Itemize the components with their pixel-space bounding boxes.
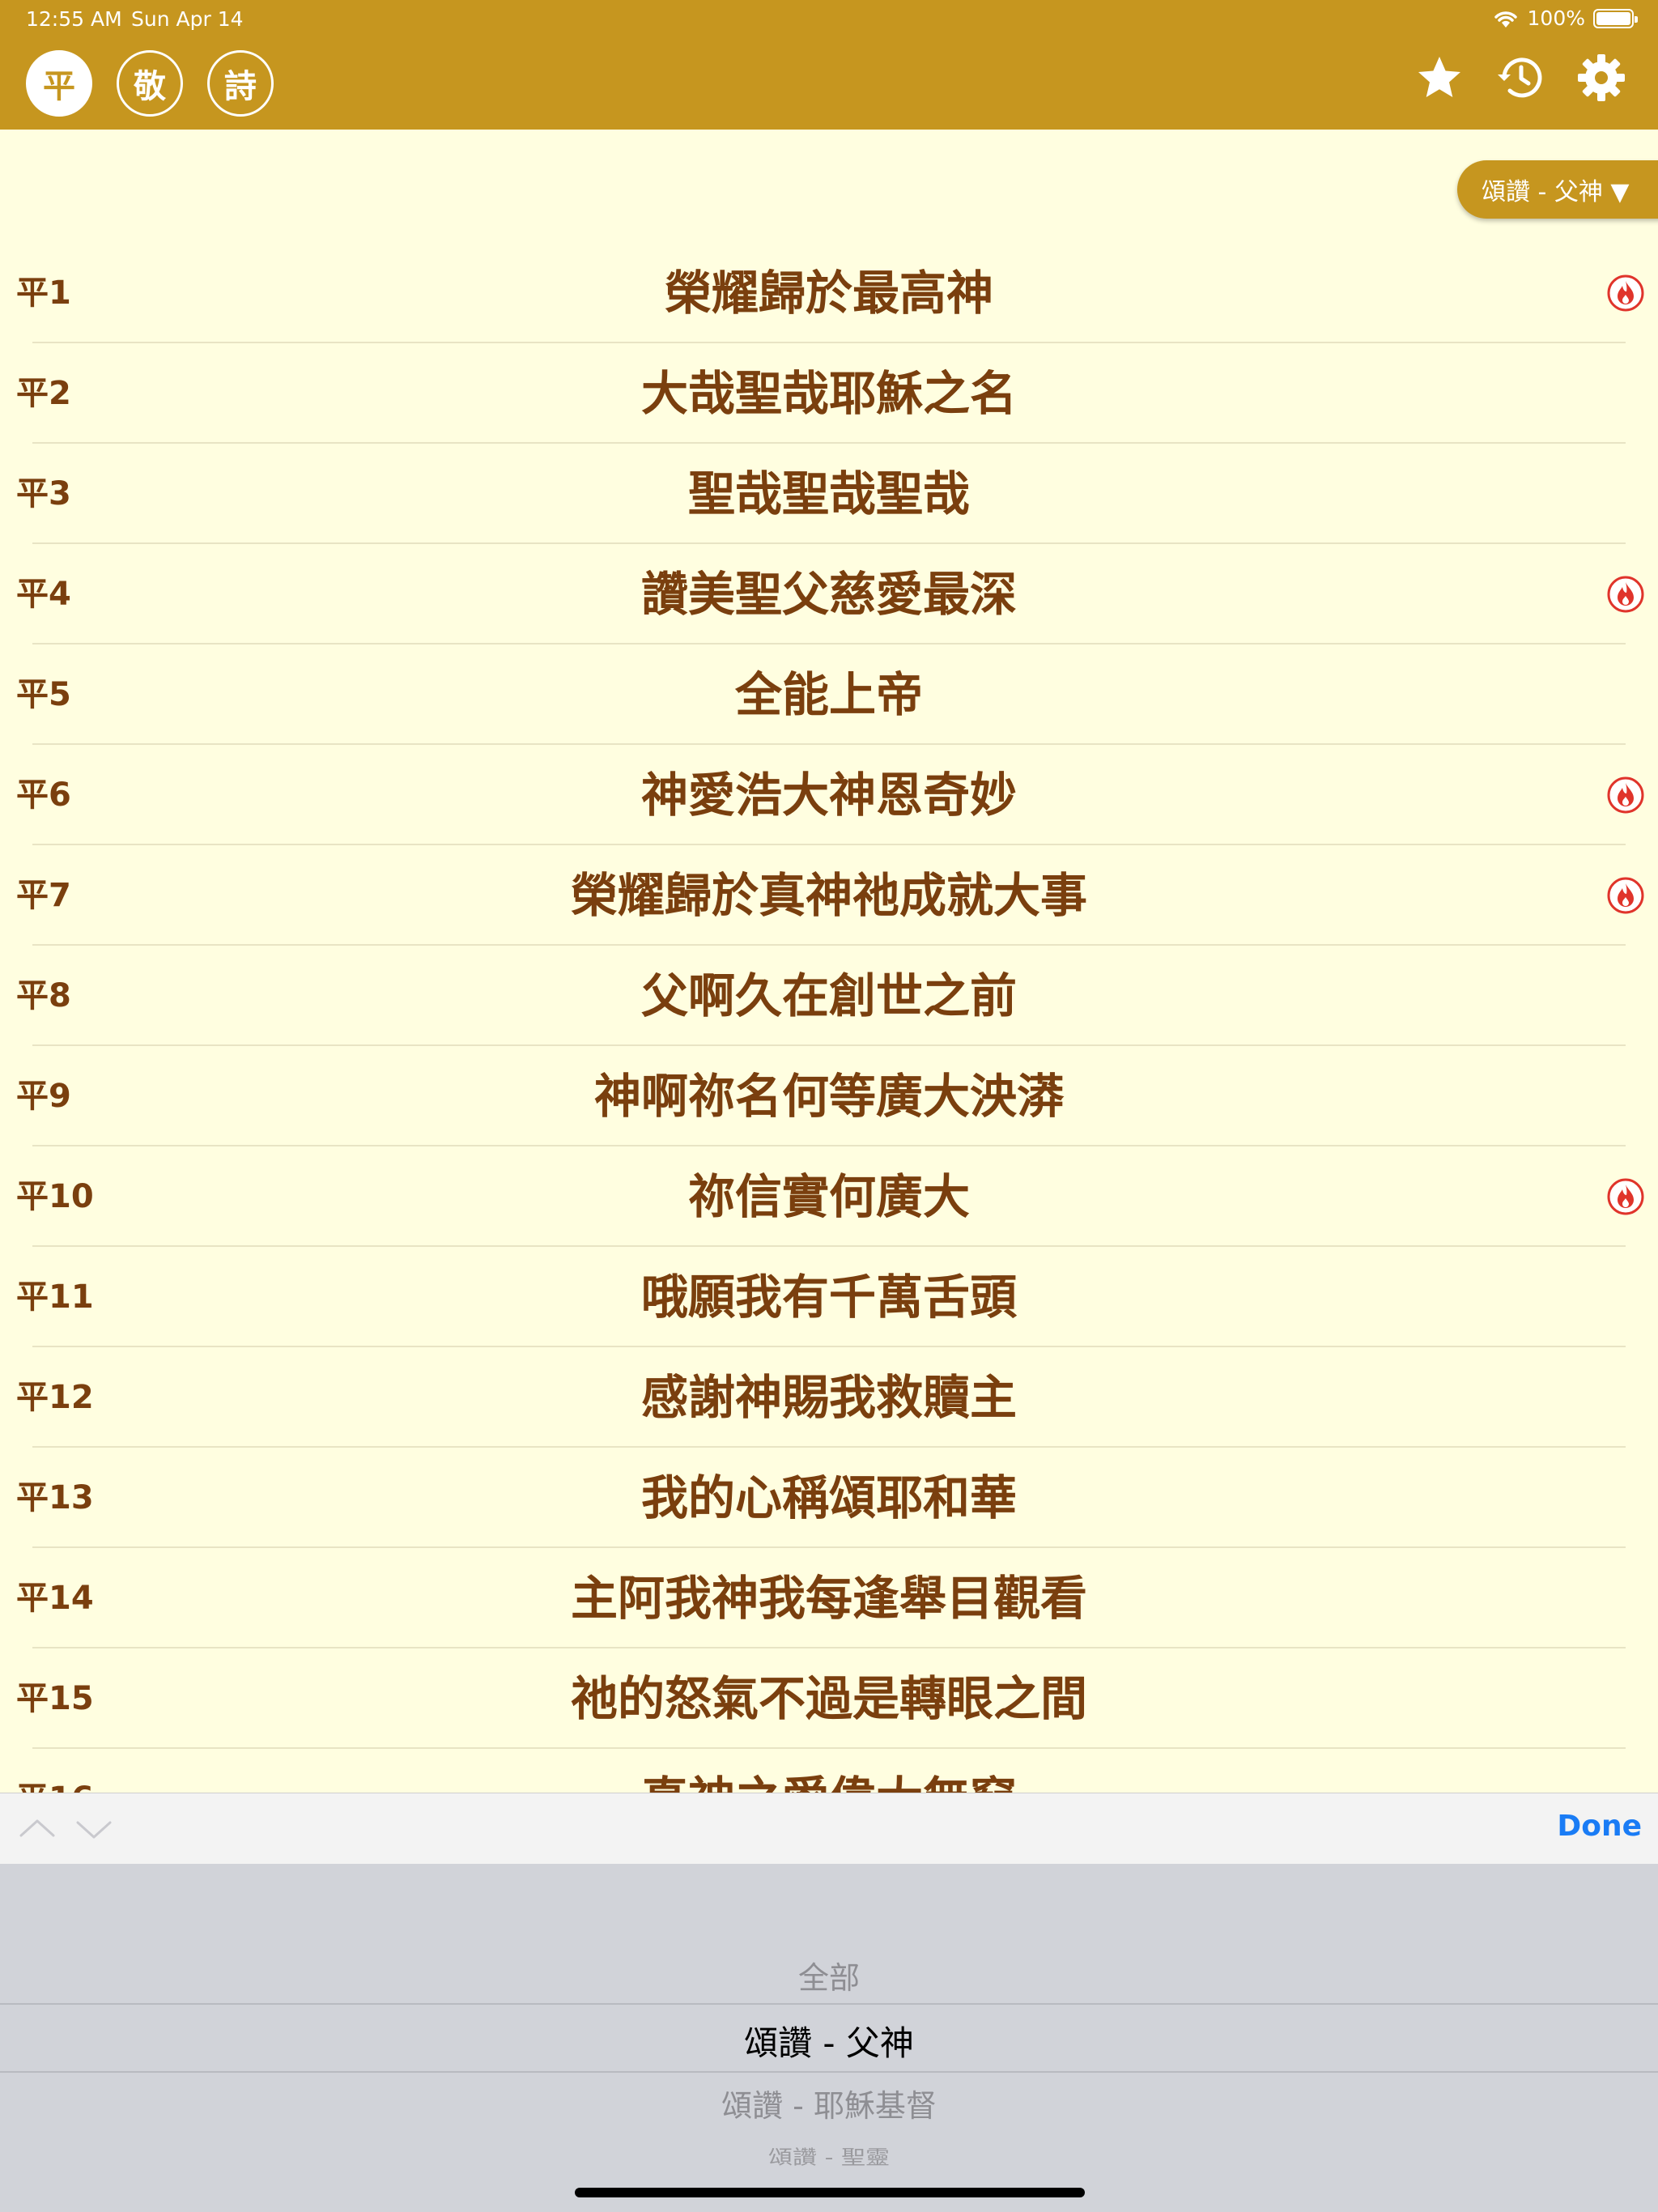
header-bar: 12:55 AM Sun Apr 14 100% 平 敬 詩 <box>0 0 1658 130</box>
status-time: 12:55 AM <box>26 7 122 31</box>
hymn-number: 平8 <box>16 977 71 1015</box>
hymn-row[interactable]: 平14 主阿我神我每逢舉目觀看 <box>0 1548 1658 1648</box>
hymn-title: 哦願我有千萬舌頭 <box>640 1270 1017 1325</box>
hymn-row[interactable]: 平12 感謝神賜我救贖主 <box>0 1347 1658 1448</box>
hymn-title: 神愛浩大神恩奇妙 <box>640 768 1017 823</box>
hymn-title: 全能上帝 <box>734 667 923 722</box>
hymn-title: 榮耀歸於真神祂成就大事 <box>570 868 1087 923</box>
hymn-number: 平15 <box>16 1680 94 1717</box>
hymn-row[interactable]: 平13 我的心稱頌耶和華 <box>0 1448 1658 1548</box>
hymn-title: 神啊祢名何等廣大泱漭 <box>593 1069 1064 1124</box>
fire-icon <box>1606 575 1645 614</box>
picker-option-selected[interactable]: 頌讚 - 父神 <box>0 2016 1658 2065</box>
hymn-row[interactable]: 平15 祂的怒氣不過是轉眼之間 <box>0 1648 1658 1749</box>
hymn-title: 感謝神賜我救贖主 <box>640 1370 1017 1425</box>
home-indicator <box>575 2188 1085 2197</box>
hymn-title: 大哉聖哉耶穌之名 <box>640 366 1017 421</box>
gear-icon <box>1578 54 1625 101</box>
hymn-number: 平14 <box>16 1580 94 1617</box>
favorites-button[interactable] <box>1414 52 1465 104</box>
picker-toolbar: Done <box>0 1793 1658 1864</box>
hymn-number: 平12 <box>16 1379 94 1416</box>
hymn-row[interactable]: 平4 讚美聖父慈愛最深 <box>0 544 1658 644</box>
hymn-row[interactable]: 平5 全能上帝 <box>0 644 1658 745</box>
hymn-number: 平16 <box>16 1749 94 1793</box>
hymn-row[interactable]: 平8 父啊久在創世之前 <box>0 946 1658 1046</box>
fire-icon <box>1606 274 1645 313</box>
tab-shi[interactable]: 詩 <box>207 50 274 117</box>
hymn-number: 平1 <box>16 274 71 312</box>
status-right: 100% <box>1492 6 1638 30</box>
status-date: Sun Apr 14 <box>131 7 244 31</box>
picker-option[interactable]: 頌讚 - 耶穌基督 <box>0 2081 1658 2125</box>
battery-percent: 100% <box>1527 6 1585 30</box>
hymn-title: 讚美聖父慈愛最深 <box>640 567 1017 622</box>
hymn-title: 榮耀歸於最高神 <box>664 266 993 321</box>
tab-jing[interactable]: 敬 <box>117 50 183 117</box>
picker-divider <box>0 2071 1658 2073</box>
hymn-row[interactable]: 平3 聖哉聖哉聖哉 <box>0 444 1658 544</box>
hymn-title: 父啊久在創世之前 <box>640 968 1017 1023</box>
done-button[interactable]: Done <box>1557 1810 1642 1843</box>
picker-option[interactable]: 全部 <box>0 1953 1658 1997</box>
wifi-icon <box>1494 11 1517 28</box>
hymn-row[interactable]: 平16 真神之愛偉大無窮 <box>0 1749 1658 1793</box>
hymn-row[interactable]: 平6 神愛浩大神恩奇妙 <box>0 745 1658 845</box>
hymn-title: 祢信實何廣大 <box>687 1169 970 1224</box>
hymn-title: 我的心稱頌耶和華 <box>640 1470 1017 1525</box>
history-icon <box>1498 57 1542 98</box>
hymn-title: 祂的怒氣不過是轉眼之間 <box>570 1671 1087 1726</box>
hymn-row[interactable]: 平1 榮耀歸於最高神 <box>0 243 1658 343</box>
hymn-list[interactable]: 平1 榮耀歸於最高神平2 大哉聖哉耶穌之名平3 聖哉聖哉聖哉平4 讚美聖父慈愛最深平5 全… <box>0 243 1658 1793</box>
fire-icon <box>1606 1177 1645 1216</box>
battery-icon <box>1593 8 1638 28</box>
hymn-title: 聖哉聖哉聖哉 <box>687 466 970 521</box>
hymn-row[interactable]: 平10 祢信實何廣大 <box>0 1146 1658 1247</box>
chevron-up-icon[interactable] <box>16 1808 58 1850</box>
hymn-number: 平3 <box>16 475 71 513</box>
hymn-number: 平7 <box>16 877 71 914</box>
category-picker[interactable]: 全部 頌讚 - 父神 頌讚 - 耶穌基督 頌讚 - 聖靈 <box>0 1864 1658 2212</box>
hymn-number: 平6 <box>16 776 71 814</box>
history-button[interactable] <box>1494 52 1546 104</box>
picker-divider <box>0 2003 1658 2005</box>
hymn-number: 平4 <box>16 576 71 613</box>
hymn-number: 平10 <box>16 1178 94 1215</box>
picker-option[interactable]: 頌讚 - 聖靈 <box>0 2141 1658 2169</box>
hymn-number: 平13 <box>16 1479 94 1516</box>
hymn-row[interactable]: 平2 大哉聖哉耶穌之名 <box>0 343 1658 444</box>
hymn-title: 主阿我神我每逢舉目觀看 <box>570 1571 1087 1626</box>
fire-icon <box>1606 776 1645 815</box>
star-icon <box>1418 57 1460 97</box>
hymn-title: 真神之愛偉大無窮 <box>162 1749 1496 1793</box>
hymn-row[interactable]: 平7 榮耀歸於真神祂成就大事 <box>0 845 1658 946</box>
hymn-number: 平11 <box>16 1278 94 1316</box>
hymn-row[interactable]: 平11 哦願我有千萬舌頭 <box>0 1247 1658 1347</box>
fire-icon <box>1606 876 1645 915</box>
hymn-number: 平5 <box>16 676 71 713</box>
settings-button[interactable] <box>1575 52 1627 104</box>
category-dropdown[interactable]: 頌讚 - 父神 ▼ <box>1457 160 1658 219</box>
chevron-down-icon[interactable] <box>73 1808 115 1850</box>
app-root: 12:55 AM Sun Apr 14 100% 平 敬 詩 頌讚 - 父神 ▼… <box>0 0 1658 2212</box>
status-bar: 12:55 AM Sun Apr 14 100% <box>0 0 1658 39</box>
hymn-number: 平2 <box>16 375 71 412</box>
hymn-row[interactable]: 平9 神啊祢名何等廣大泱漭 <box>0 1046 1658 1146</box>
hymn-number: 平9 <box>16 1078 71 1115</box>
tab-ping[interactable]: 平 <box>26 50 92 117</box>
